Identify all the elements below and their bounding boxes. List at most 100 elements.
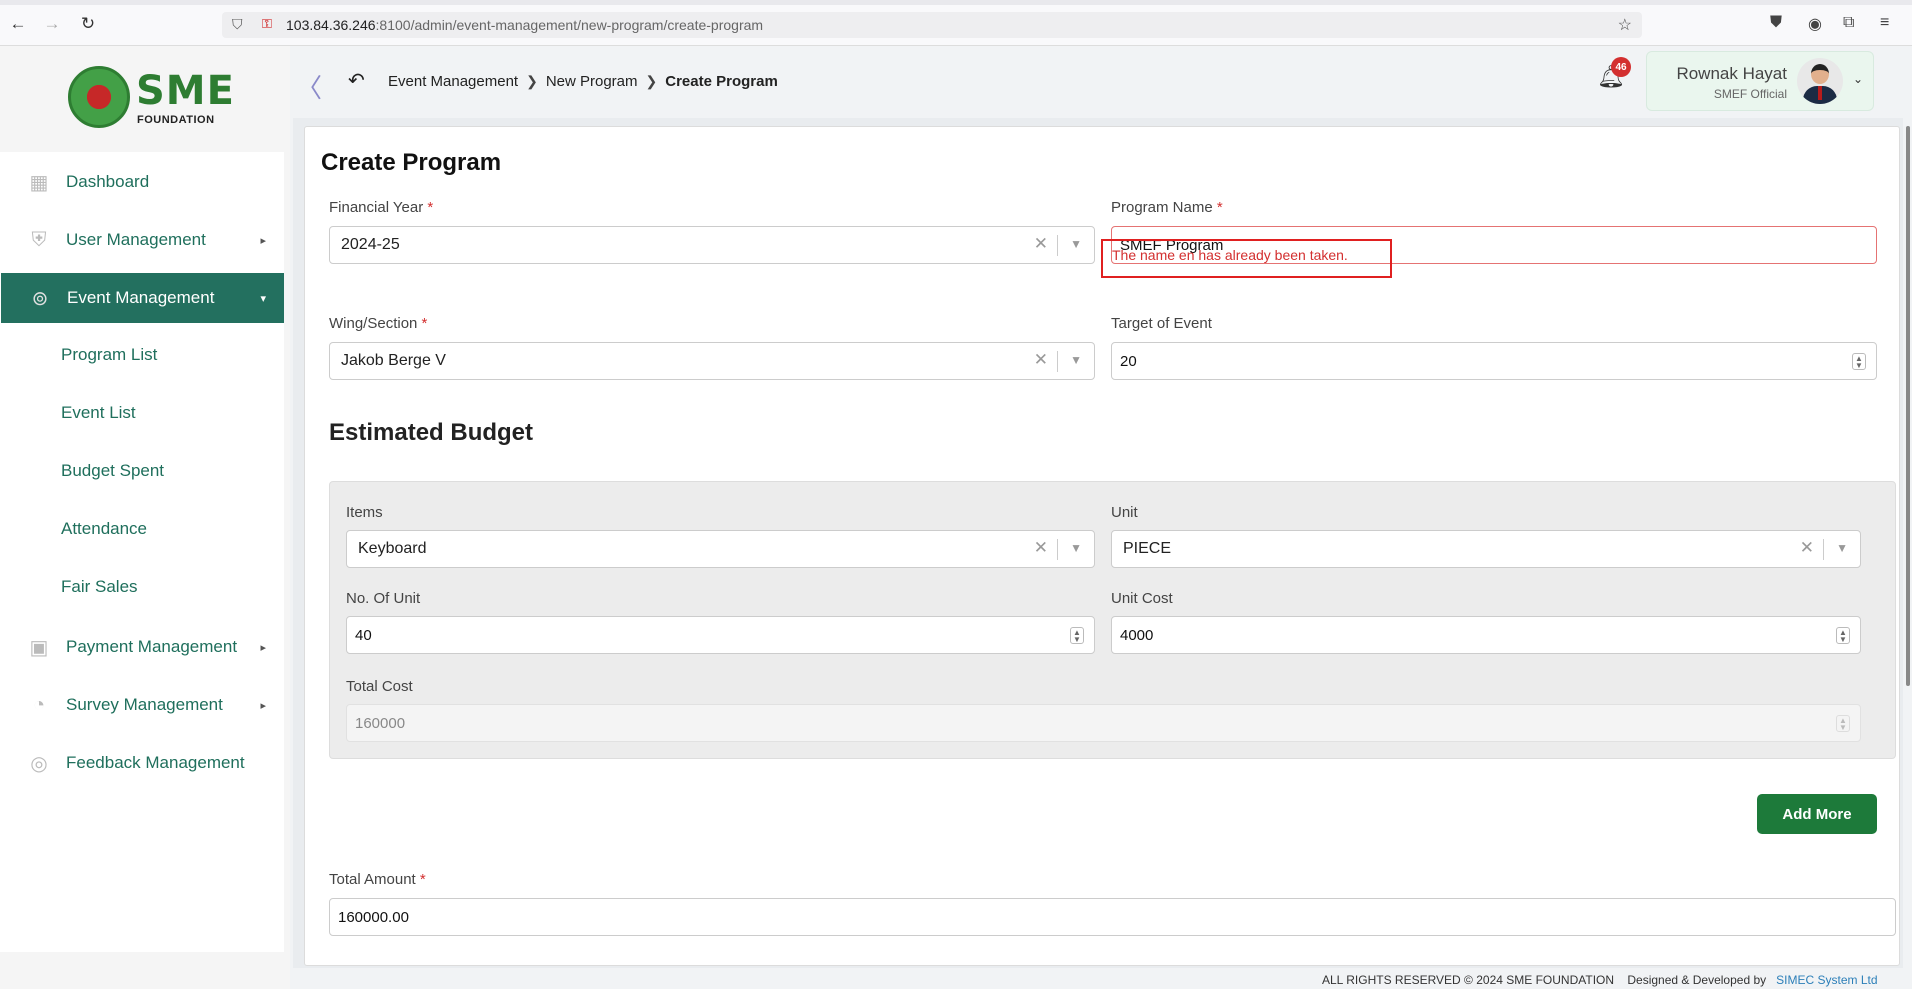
no-of-unit-value: 40 [355, 626, 372, 644]
user-name: Rownak Hayat [1676, 64, 1787, 83]
sidebar-menu: ▦ Dashboard ⛨ User Management ▸ ⊚ Event … [0, 152, 284, 952]
number-spinner: ▲ ▼ [1836, 715, 1850, 732]
chevron-down-icon[interactable]: ▼ [1836, 541, 1848, 555]
submenu-event-list[interactable]: Event List [61, 403, 136, 423]
browser-tab-strip [0, 0, 1912, 5]
sidebar-item-label: Event Management [67, 288, 215, 307]
chevron-down-icon[interactable]: ▼ [1070, 237, 1082, 251]
collapse-sidebar-icon[interactable]: 〈 [296, 68, 322, 105]
sidebar-item-label: User Management [66, 230, 206, 249]
address-bar[interactable]: ⛉ ⚿ 103.84.36.246:8100/admin/event-manag… [222, 12, 1642, 38]
menu-icon[interactable]: ≡ [1880, 14, 1889, 32]
footer: ALL RIGHTS RESERVED © 2024 SME FOUNDATIO… [1322, 973, 1878, 987]
logo-subtitle: FOUNDATION [137, 114, 215, 126]
program-name-error: The name en has already been taken. [1101, 239, 1392, 278]
create-program-card: Create Program Financial Year * 2024-25 … [304, 126, 1900, 966]
shield-icon: ⛉ [232, 16, 243, 32]
reload-icon[interactable]: ↻ [78, 14, 98, 34]
footer-designed: Designed & Developed by [1627, 973, 1767, 987]
add-more-button[interactable]: Add More [1757, 794, 1877, 834]
extensions-icon[interactable]: ⧉ [1843, 14, 1854, 32]
chevron-down-icon[interactable]: ▼ [1070, 541, 1082, 555]
breadcrumb-current: Create Program [665, 73, 778, 90]
user-menu[interactable]: Rownak Hayat SMEF Official ⌄ [1646, 51, 1874, 111]
unit-value: PIECE [1123, 540, 1172, 557]
bookmark-star-icon[interactable]: ☆ [1618, 15, 1632, 35]
program-name-label-text: Program Name [1111, 199, 1213, 216]
lock-circle-icon: ⊚ [31, 287, 49, 310]
sidebar-item-feedback-management[interactable]: ◎ Feedback Management [0, 737, 284, 789]
budget-item-group: Items Keyboard ✕ ▼ Unit PIECE ✕ ▼ No. Of… [329, 481, 1896, 759]
target-of-event-input[interactable]: 20 ▲ ▼ [1111, 342, 1877, 380]
wing-section-value: Jakob Berge V [341, 352, 446, 369]
total-cost-input: 160000 ▲ ▼ [346, 704, 1861, 742]
user-role: SMEF Official [1713, 87, 1787, 101]
submenu-fair-sales[interactable]: Fair Sales [61, 577, 138, 597]
government-emblem-icon [68, 66, 130, 128]
chevron-right-icon: ▸ [260, 234, 266, 247]
avatar-head [1811, 64, 1829, 84]
page-scrollbar[interactable] [1906, 126, 1910, 686]
submenu-budget-spent[interactable]: Budget Spent [61, 461, 164, 481]
total-cost-label: Total Cost [346, 678, 413, 695]
pocket-icon[interactable]: ⛊ [1770, 14, 1782, 32]
clear-icon[interactable]: ✕ [1034, 538, 1048, 558]
submenu-program-list[interactable]: Program List [61, 345, 157, 365]
number-spinner[interactable]: ▲ ▼ [1836, 627, 1850, 644]
number-spinner[interactable]: ▲ ▼ [1852, 353, 1866, 370]
feedback-icon: ◎ [30, 752, 48, 775]
submenu-attendance[interactable]: Attendance [61, 519, 147, 539]
breadcrumb-new-program[interactable]: New Program [546, 73, 638, 90]
logo[interactable]: SME FOUNDATION [0, 46, 290, 146]
sidebar-item-survey-management[interactable]: ◔ Survey Management ▸ [0, 679, 284, 731]
sidebar-item-payment-management[interactable]: ▣ Payment Management ▸ [0, 621, 284, 673]
unit-select[interactable]: PIECE ✕ ▼ [1111, 530, 1861, 568]
back-icon[interactable]: ↶ [348, 68, 365, 93]
sidebar: SME FOUNDATION 〈 ▦ Dashboard ⛨ User Mana… [0, 46, 322, 989]
sidebar-item-event-management[interactable]: ⊚ Event Management ▾ [1, 273, 284, 323]
account-icon[interactable]: ◉ [1808, 14, 1822, 34]
clear-icon[interactable]: ✕ [1034, 234, 1048, 254]
required-mark: * [421, 315, 428, 332]
financial-year-select[interactable]: 2024-25 ✕ ▼ [329, 226, 1095, 264]
money-icon: ▣ [29, 636, 49, 659]
chevron-right-icon: ▸ [260, 699, 266, 712]
clear-icon[interactable]: ✕ [1800, 538, 1814, 558]
chevron-down-icon[interactable]: ▼ [1070, 353, 1082, 367]
sidebar-item-user-management[interactable]: ⛨ User Management ▸ [0, 214, 284, 266]
user-shield-icon: ⛨ [31, 228, 47, 251]
url-host: 103.84.36.246 [286, 17, 376, 33]
sidebar-item-label: Dashboard [66, 172, 150, 191]
url-text: 103.84.36.246:8100/admin/event-managemen… [286, 17, 763, 33]
total-amount-label-text: Total Amount [329, 871, 416, 888]
wing-section-select[interactable]: Jakob Berge V ✕ ▼ [329, 342, 1095, 380]
no-of-unit-label: No. Of Unit [346, 590, 421, 607]
total-amount-label: Total Amount * [329, 871, 426, 888]
items-select[interactable]: Keyboard ✕ ▼ [346, 530, 1095, 568]
sidebar-item-dashboard[interactable]: ▦ Dashboard [0, 156, 284, 208]
required-mark: * [427, 199, 434, 216]
back-arrow-icon[interactable]: ← [8, 14, 28, 34]
financial-year-label-text: Financial Year [329, 199, 424, 216]
items-value: Keyboard [358, 540, 427, 557]
total-amount-input[interactable]: 160000.00 [329, 898, 1896, 936]
number-spinner[interactable]: ▲ ▼ [1070, 627, 1084, 644]
select-divider [1823, 539, 1824, 560]
insecure-lock-icon: ⚿ [262, 16, 272, 31]
forward-arrow-icon[interactable]: → [42, 14, 62, 34]
unit-cost-input[interactable]: 4000 ▲ ▼ [1111, 616, 1861, 654]
no-of-unit-input[interactable]: 40 ▲ ▼ [346, 616, 1095, 654]
estimated-budget-title: Estimated Budget [329, 419, 534, 446]
grid-icon: ▦ [29, 171, 49, 194]
sidebar-item-label: Feedback Management [66, 753, 245, 772]
avatar [1797, 58, 1843, 104]
select-divider [1057, 235, 1058, 256]
required-mark: * [1216, 199, 1223, 216]
unit-cost-value: 4000 [1120, 626, 1154, 644]
clear-icon[interactable]: ✕ [1034, 350, 1048, 370]
chevron-right-icon: ▸ [260, 641, 266, 654]
items-label: Items [346, 504, 383, 521]
footer-company-link[interactable]: SIMEC System Ltd [1776, 973, 1877, 987]
breadcrumb-event-management[interactable]: Event Management [388, 73, 518, 90]
chevron-right-icon: ❯ [526, 73, 538, 89]
